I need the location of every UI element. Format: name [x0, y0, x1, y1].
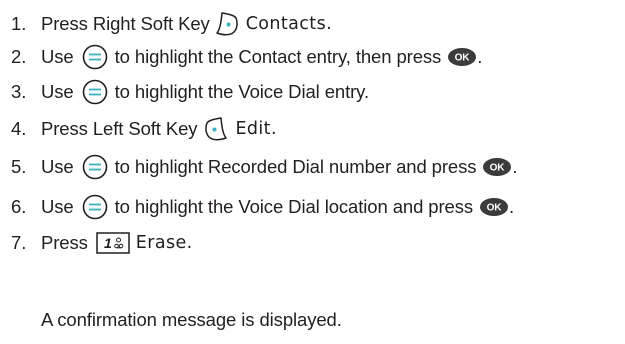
- step-number: 2.: [11, 46, 27, 67]
- svg-text:1: 1: [104, 235, 112, 251]
- step-number: 7.: [11, 232, 27, 253]
- ok-key-icon: OK: [447, 47, 477, 67]
- ok-key-icon: OK: [482, 157, 512, 177]
- step-text: to highlight the Voice Dial entry.: [114, 81, 369, 102]
- nav-key-icon: [82, 44, 108, 70]
- confirmation-note: A confirmation message is displayed.: [41, 309, 342, 330]
- step-4: 4. Press Left Soft Key Edit.: [0, 114, 277, 144]
- step-text: Use: [41, 81, 74, 102]
- nav-key-icon: [82, 79, 108, 105]
- step-text: to highlight Recorded Dial number and pr…: [114, 156, 477, 177]
- left-soft-key-icon: [203, 116, 229, 142]
- step-text: Press Right Soft Key: [41, 13, 210, 34]
- svg-text:OK: OK: [455, 53, 471, 64]
- key-label: Erase.: [135, 233, 193, 253]
- step-text: Use: [41, 156, 74, 177]
- step-number: 1.: [11, 13, 27, 34]
- step-1: 1. Press Right Soft Key Contacts.: [0, 9, 332, 39]
- key-1-voicemail-icon: 1: [96, 232, 130, 254]
- step-3: 3. Use to highlight the Voice Dial entry…: [0, 77, 369, 107]
- step-6: 6. Use to highlight the Voice Dial locat…: [0, 192, 514, 222]
- step-text: to highlight the Contact entry, then pre…: [114, 46, 442, 67]
- soft-key-label: Contacts.: [245, 14, 333, 34]
- step-text: .: [512, 156, 518, 177]
- step-text: Use: [41, 196, 74, 217]
- step-5: 5. Use to highlight Recorded Dial number…: [0, 152, 518, 182]
- step-text: Use: [41, 46, 74, 67]
- step-number: 5.: [11, 156, 27, 177]
- right-soft-key-icon: [214, 11, 240, 37]
- soft-key-label: Edit.: [235, 119, 277, 139]
- nav-key-icon: [82, 194, 108, 220]
- step-text: .: [477, 46, 483, 67]
- step-number: 6.: [11, 196, 27, 217]
- step-text: .: [509, 196, 515, 217]
- step-2: 2. Use to highlight the Contact entry, t…: [0, 42, 482, 72]
- svg-text:OK: OK: [490, 163, 506, 174]
- step-text: to highlight the Voice Dial location and…: [114, 196, 474, 217]
- nav-key-icon: [82, 154, 108, 180]
- step-text: Press Left Soft Key: [41, 118, 198, 139]
- step-7: 7. Press 1 Erase.: [0, 228, 193, 258]
- step-number: 4.: [11, 118, 27, 139]
- step-number: 3.: [11, 81, 27, 102]
- step-text: Press: [41, 232, 88, 253]
- ok-key-icon: OK: [479, 197, 509, 217]
- svg-text:OK: OK: [487, 203, 503, 214]
